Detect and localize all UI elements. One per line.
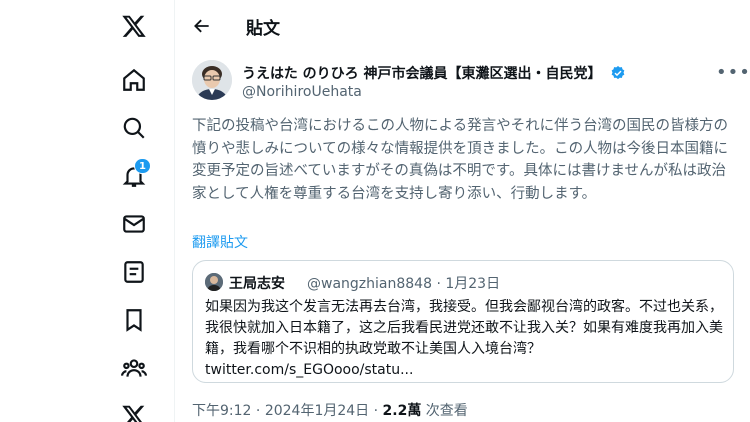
quoted-author-name: 王局志安: [229, 276, 285, 292]
quoted-tweet[interactable]: 王局志安 @wangzhian8848 · 1月23日 如果因为我这个发言无法再…: [192, 260, 734, 383]
mail-icon[interactable]: [120, 210, 148, 238]
tweet-text: 下記の投稿や台湾におけるこの人物による発言やそれに伴う台湾の国民の皆様方の憤りや…: [192, 118, 729, 202]
notification-badge: 1: [134, 158, 151, 174]
quoted-meta: @wangzhian8848 · 1月23日: [307, 273, 500, 293]
quoted-author-handle: @wangzhian8848: [307, 276, 432, 292]
search-icon[interactable]: [120, 114, 148, 142]
x-logo-icon[interactable]: [120, 12, 148, 40]
translate-post-link[interactable]: 翻譯貼文: [192, 232, 248, 252]
back-arrow-icon[interactable]: [190, 14, 214, 38]
verified-icon: [612, 66, 625, 80]
author-avatar[interactable]: [192, 60, 232, 100]
communities-icon[interactable]: [120, 354, 148, 382]
lists-icon[interactable]: [120, 258, 148, 286]
home-icon[interactable]: [120, 66, 148, 94]
quoted-author-avatar: [205, 273, 223, 291]
author-display-name[interactable]: うえはた のりひろ 神戸市会議員【東灘区選出・自民党】: [242, 63, 626, 83]
author-name-text: うえはた のりひろ 神戸市会議員【東灘区選出・自民党】: [242, 66, 602, 82]
view-count: 2.2萬: [382, 403, 422, 419]
meta-separator: ·: [255, 403, 261, 419]
quoted-body: 如果因为我这个发言无法再去台湾，我接受。但我会鄙视台湾的政客。不过也关系，我很快…: [205, 299, 723, 357]
quoted-link: twitter.com/s_EGOooo/statu...: [205, 362, 414, 378]
meta-separator: ·: [373, 403, 379, 419]
sidebar-nav: 1: [0, 0, 175, 422]
page-title: 貼文: [246, 19, 280, 39]
more-icon[interactable]: •••: [716, 62, 750, 83]
views-label: 次查看: [425, 403, 468, 419]
bookmark-icon[interactable]: [120, 306, 148, 334]
quoted-date: 1月23日: [445, 276, 501, 292]
page-header: 貼文: [176, 0, 750, 53]
post-timestamp-row: 下午9:12 · 2024年1月24日 · 2.2萬 次查看: [192, 400, 468, 420]
post-time[interactable]: 下午9:12: [192, 403, 251, 419]
notifications-bell-icon[interactable]: 1: [120, 158, 151, 190]
author-handle[interactable]: @NorihiroUehata: [242, 84, 362, 100]
post-date[interactable]: 2024年1月24日: [265, 403, 369, 419]
meta-separator: ·: [436, 276, 441, 292]
post-detail: 貼文 うえはた のりひろ 神戸市会議員【東灘区選出・自民党】 @Norihiro…: [176, 0, 750, 422]
x-premium-icon[interactable]: [120, 402, 148, 422]
quoted-text: 如果因为我这个发言无法再去台湾，我接受。但我会鄙视台湾的政客。不过也关系，我很快…: [205, 297, 725, 381]
